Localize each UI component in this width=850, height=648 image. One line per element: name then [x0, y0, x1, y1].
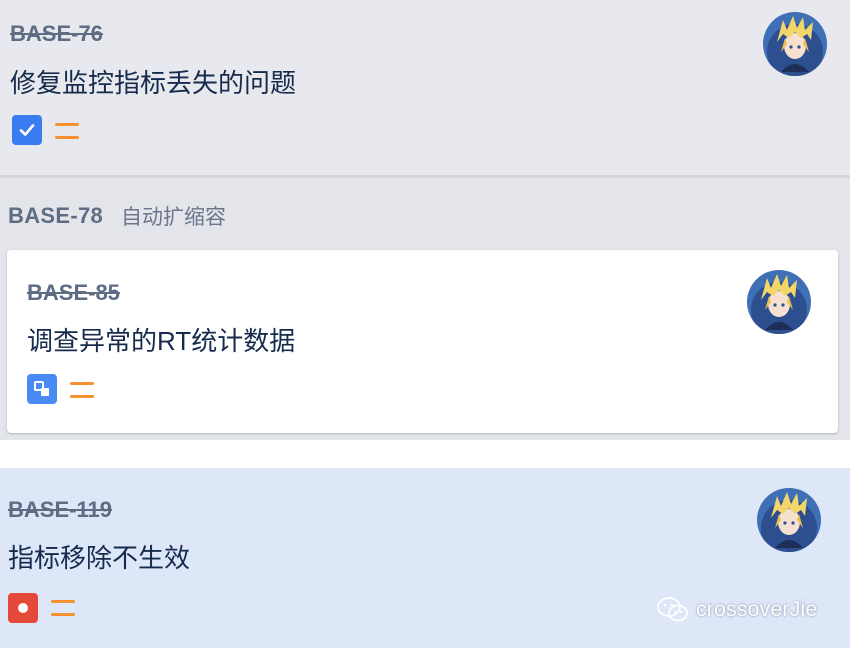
epic-header[interactable]: BASE-78 自动扩缩容 [8, 200, 226, 232]
checkbox-icon [12, 115, 42, 145]
issue-key[interactable]: BASE-76 [10, 21, 103, 47]
assignee-avatar[interactable] [763, 12, 827, 76]
epic-name: 自动扩缩容 [121, 206, 227, 229]
medium-priority-icon [70, 382, 94, 398]
bug-icon [8, 593, 38, 623]
issue-key[interactable]: BASE-85 [27, 280, 120, 306]
watermark-text: crossoverJie [696, 598, 818, 621]
epic-key[interactable]: BASE-78 [8, 203, 103, 229]
medium-priority-icon [55, 123, 79, 139]
subtask-icon [27, 374, 57, 404]
lane-gap [0, 440, 850, 468]
issue-summary: 修复监控指标丢失的问题 [10, 68, 297, 98]
issue-summary: 指标移除不生效 [8, 543, 191, 573]
issue-key[interactable]: BASE-119 [8, 497, 112, 523]
issue-card-base-85[interactable]: BASE-85 调查异常的RT统计数据 [7, 250, 838, 433]
wechat-icon [657, 597, 688, 622]
issue-card-base-76[interactable]: BASE-76 修复监控指标丢失的问题 [0, 0, 850, 178]
assignee-avatar[interactable] [757, 488, 821, 552]
watermark: crossoverJie [656, 596, 817, 624]
medium-priority-icon [51, 600, 75, 616]
assignee-avatar[interactable] [747, 270, 811, 334]
issue-summary: 调查异常的RT统计数据 [27, 326, 296, 356]
